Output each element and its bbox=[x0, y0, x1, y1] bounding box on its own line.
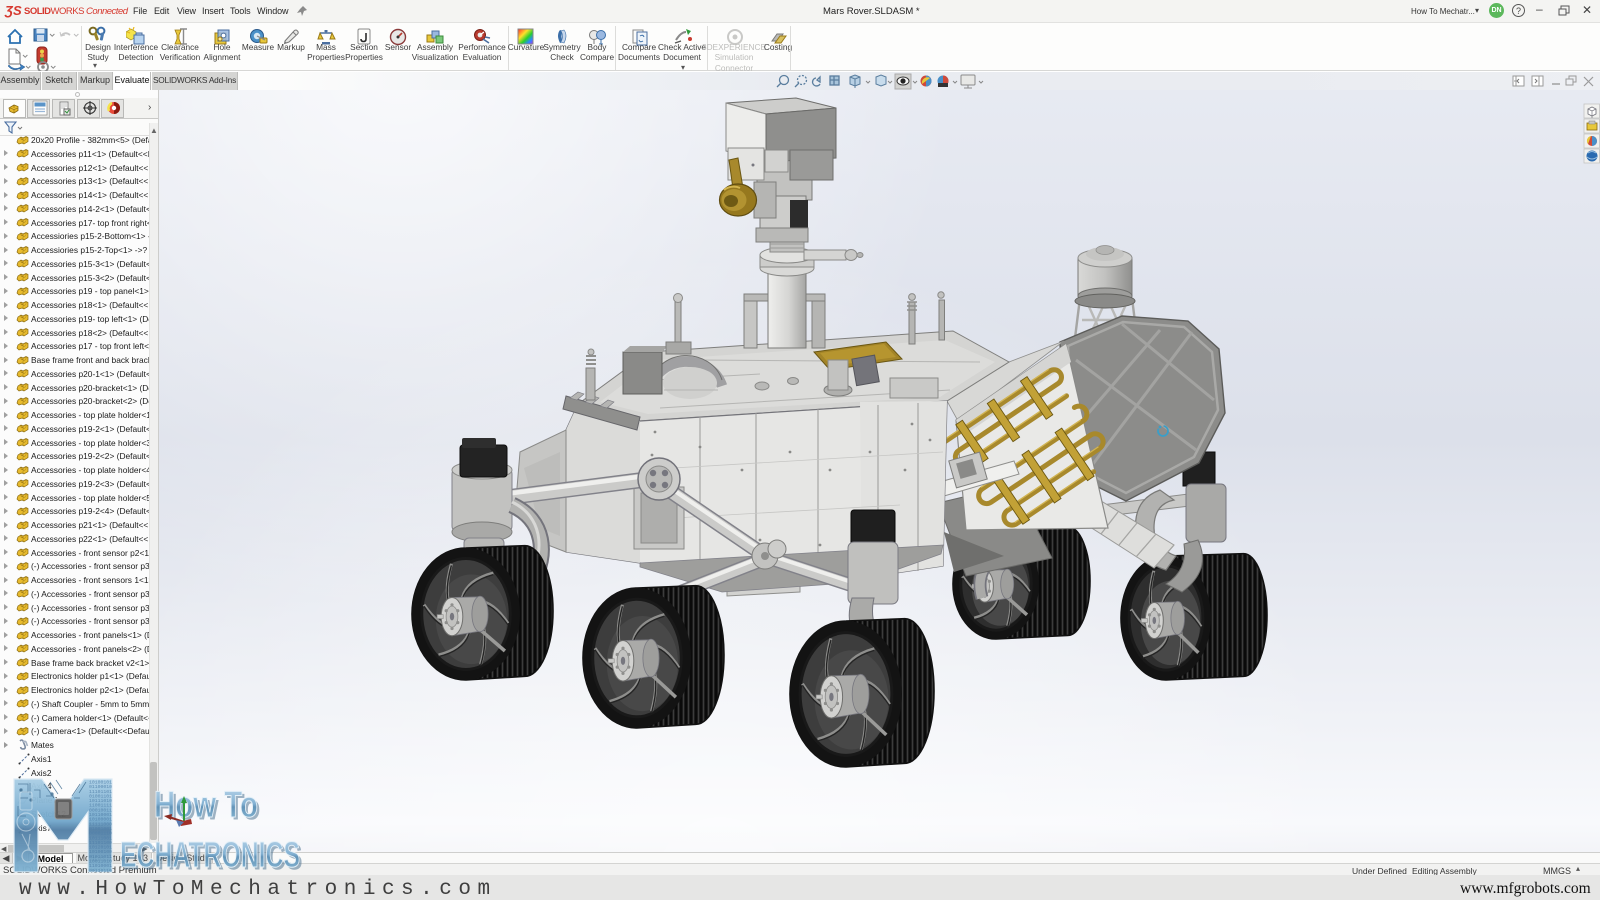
svg-text:ECHATRONICS: ECHATRONICS bbox=[120, 834, 300, 875]
